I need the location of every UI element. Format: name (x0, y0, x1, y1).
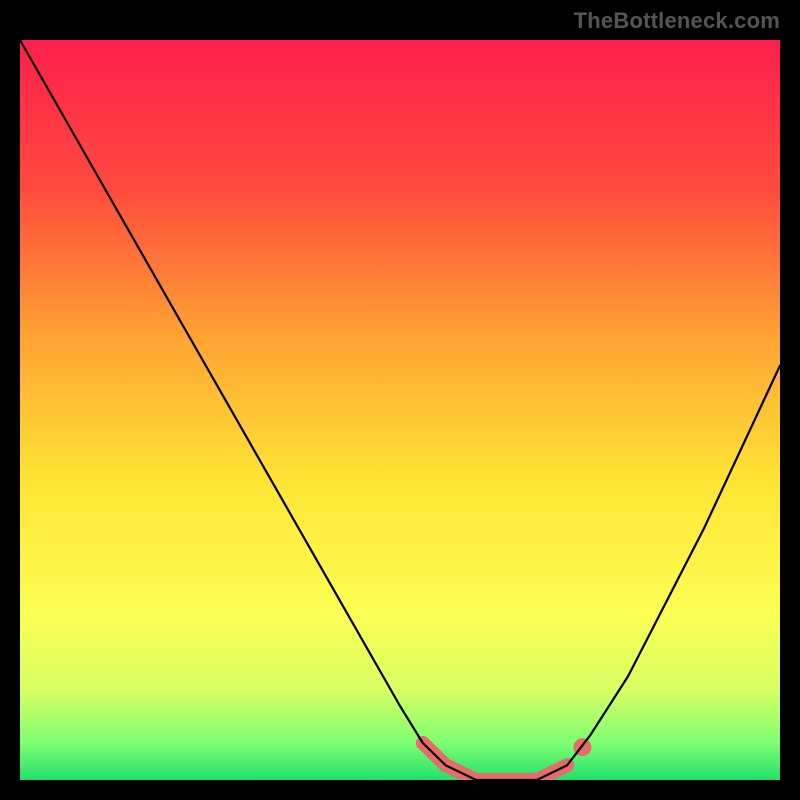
curve-layer (20, 40, 780, 780)
bottleneck-curve (20, 40, 780, 780)
plot-area (20, 40, 780, 780)
optimal-region-highlight (423, 743, 567, 780)
chart-frame: TheBottleneck.com (0, 0, 800, 800)
attribution-text: TheBottleneck.com (574, 8, 780, 34)
